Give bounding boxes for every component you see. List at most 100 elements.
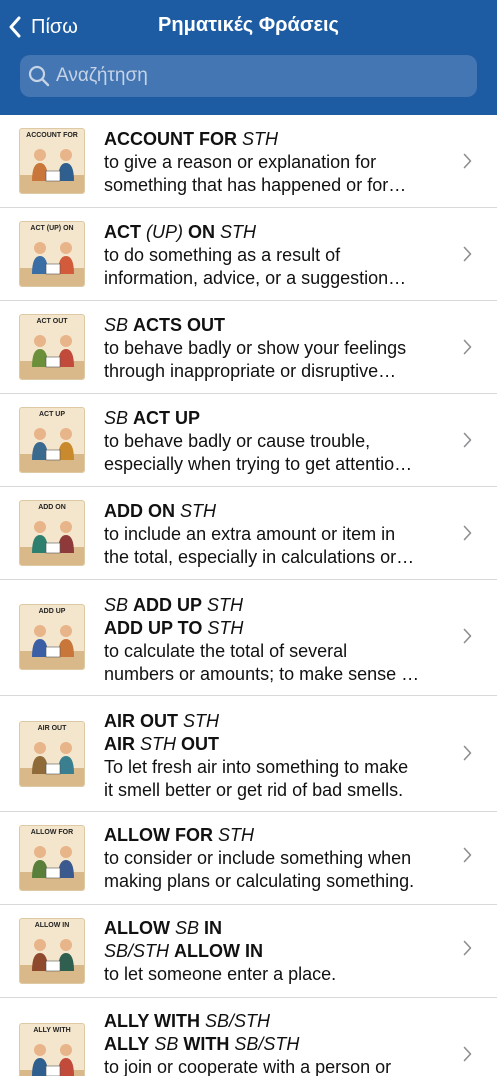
phrase-illustration: ADD ON xyxy=(19,500,85,566)
phrase-illustration: ALLOW FOR xyxy=(19,825,85,891)
phrase-headword: AIR OUT STH xyxy=(104,710,449,733)
illustration-caption: ALLOW FOR xyxy=(30,829,74,836)
phrase-headword: ALLOW FOR STH xyxy=(104,824,449,847)
list-item[interactable]: ALLOW FOR ALLOW FOR STH to consider or in… xyxy=(0,812,497,905)
phrase-illustration: ADD UP xyxy=(19,604,85,670)
definition-line: to include an extra amount or item in xyxy=(104,524,396,544)
illustration-caption: ADD ON xyxy=(38,504,66,511)
entry-text: SB ACT UP to behave badly or cause troubl… xyxy=(104,407,449,476)
phrase-illustration: ACCOUNT FOR xyxy=(19,128,85,194)
chevron-right-icon xyxy=(463,432,472,448)
list-item[interactable]: ACT UP SB ACT UP to behave badly or cause… xyxy=(0,394,497,487)
entry-text: ACT (UP) ON STH to do something as a resu… xyxy=(104,221,449,290)
phrase-headword: ALLY WITH SB/STH xyxy=(104,1010,449,1033)
entry-text: AIR OUT STH AIR STH OUT To let fresh air i… xyxy=(104,710,449,802)
illustration-image xyxy=(20,521,84,565)
illustration-image xyxy=(20,939,84,983)
headword-verb: ALLY WITH xyxy=(104,1011,201,1031)
list-item[interactable]: ALLOW IN ALLOW SB IN SB/STH ALLOW IN to le… xyxy=(0,905,497,998)
definition-line: especially when trying to get attentio… xyxy=(104,454,413,474)
headword-verb: OUT xyxy=(181,734,220,754)
phrase-headword: SB ADD UP STH xyxy=(104,594,449,617)
entry-text: ALLOW FOR STH to consider or include some… xyxy=(104,824,449,893)
entry-text: ACCOUNT FOR STH to give a reason or expla… xyxy=(104,128,449,197)
phrase-illustration: ALLOW IN xyxy=(19,918,85,984)
chevron-right-icon xyxy=(463,940,472,956)
headword-object: STH xyxy=(202,595,244,615)
headword-verb: ADD UP TO xyxy=(104,618,203,638)
phrase-illustration: ALLY WITH xyxy=(19,1023,85,1076)
phrase-headword: ADD UP TO STH xyxy=(104,617,449,640)
entry-text: ALLY WITH SB/STH ALLY SB WITH SB/STH to jo… xyxy=(104,1010,449,1076)
definition-line: it smell better or get rid of bad smells… xyxy=(104,780,404,800)
headword-verb: ALLY xyxy=(104,1034,150,1054)
headword-object: (UP) xyxy=(141,222,188,242)
page-title: Ρηματικές Φράσεις xyxy=(158,14,339,36)
headword-verb: ALLOW IN xyxy=(174,941,263,961)
phrasal-verb-list: ACCOUNT FOR ACCOUNT FOR STH to give a rea… xyxy=(0,115,497,1076)
definition-line: to join or cooperate with a person or xyxy=(104,1057,392,1076)
illustration-caption: ACCOUNT FOR xyxy=(26,132,78,139)
headword-object: STH xyxy=(175,501,217,521)
phrase-headword: AIR STH OUT xyxy=(104,733,449,756)
headword-object: STH xyxy=(237,129,279,149)
list-item[interactable]: ADD ON ADD ON STH to include an extra amo… xyxy=(0,487,497,580)
headword-object: SB xyxy=(104,595,134,615)
phrase-headword: SB ACTS OUT xyxy=(104,314,449,337)
definition-line: the total, especially in calculations or… xyxy=(104,547,415,567)
illustration-caption: ACT OUT xyxy=(36,318,68,325)
list-item[interactable]: ACT OUT SB ACTS OUT to behave badly or sh… xyxy=(0,301,497,394)
headword-verb: ADD UP xyxy=(133,595,203,615)
headword-verb: ACCOUNT FOR xyxy=(104,129,237,149)
definition-line: through inappropriate or disruptive… xyxy=(104,361,397,381)
definition-line: to behave badly or cause trouble, xyxy=(104,431,371,451)
entry-text: SB ADD UP STH ADD UP TO STH to calculate t… xyxy=(104,594,449,686)
headword-verb: IN xyxy=(204,918,222,938)
search-input[interactable] xyxy=(56,65,456,87)
list-item[interactable]: ACCOUNT FOR ACCOUNT FOR STH to give a rea… xyxy=(0,115,497,208)
entry-text: ADD ON STH to include an extra amount or … xyxy=(104,500,449,569)
phrase-headword: ADD ON STH xyxy=(104,500,449,523)
headword-verb: ADD ON xyxy=(104,501,175,521)
headword-object: SB/STH xyxy=(229,1034,300,1054)
illustration-image xyxy=(20,149,84,193)
headword-verb: AIR OUT xyxy=(104,711,178,731)
illustration-image xyxy=(20,742,84,786)
chevron-right-icon xyxy=(463,745,472,761)
chevron-right-icon xyxy=(463,339,472,355)
list-item[interactable]: ALLY WITH ALLY WITH SB/STH ALLY SB WITH S… xyxy=(0,998,497,1076)
phrase-headword: SB/STH ALLOW IN xyxy=(104,940,449,963)
illustration-image xyxy=(20,625,84,669)
chevron-right-icon xyxy=(463,525,472,541)
phrase-illustration: ACT (UP) ON xyxy=(19,221,85,287)
phrase-headword: ALLY SB WITH SB/STH xyxy=(104,1033,449,1056)
phrase-headword: SB ACT UP xyxy=(104,407,449,430)
search-icon xyxy=(28,65,50,87)
nav-header: Πίσω Ρηματικές Φράσεις xyxy=(0,0,497,115)
illustration-caption: ACT UP xyxy=(38,411,66,418)
list-item[interactable]: ADD UP SB ADD UP STH ADD UP TO STH to calc… xyxy=(0,580,497,696)
definition-line: numbers or amounts; to make sense … xyxy=(104,664,420,684)
illustration-image xyxy=(20,428,84,472)
headword-object: SB xyxy=(149,1034,184,1054)
headword-verb: ACT xyxy=(104,222,141,242)
headword-verb: ALLOW xyxy=(104,918,170,938)
search-bar[interactable] xyxy=(20,55,477,97)
phrase-headword: ALLOW SB IN xyxy=(104,917,449,940)
list-item[interactable]: ACT (UP) ON ACT (UP) ON STH to do somethi… xyxy=(0,208,497,301)
phrase-illustration: AIR OUT xyxy=(19,721,85,787)
entry-text: ALLOW SB IN SB/STH ALLOW IN to let someone… xyxy=(104,917,449,986)
headword-object: SB xyxy=(104,408,134,428)
definition-line: to behave badly or show your feelings xyxy=(104,338,407,358)
headword-verb: ON xyxy=(188,222,215,242)
illustration-caption: ACT (UP) ON xyxy=(30,225,74,232)
definition-line: to give a reason or explanation for xyxy=(104,152,377,172)
illustration-caption: ALLOW IN xyxy=(34,922,70,929)
illustration-caption: ALLY WITH xyxy=(33,1027,71,1034)
definition-line: To let fresh air into something to make xyxy=(104,757,409,777)
headword-object: STH xyxy=(178,711,220,731)
headword-object: SB/STH xyxy=(200,1011,271,1031)
list-item[interactable]: AIR OUT AIR OUT STH AIR STH OUT To let fre… xyxy=(0,696,497,812)
chevron-right-icon xyxy=(463,628,472,644)
illustration-caption: ADD UP xyxy=(38,608,66,615)
